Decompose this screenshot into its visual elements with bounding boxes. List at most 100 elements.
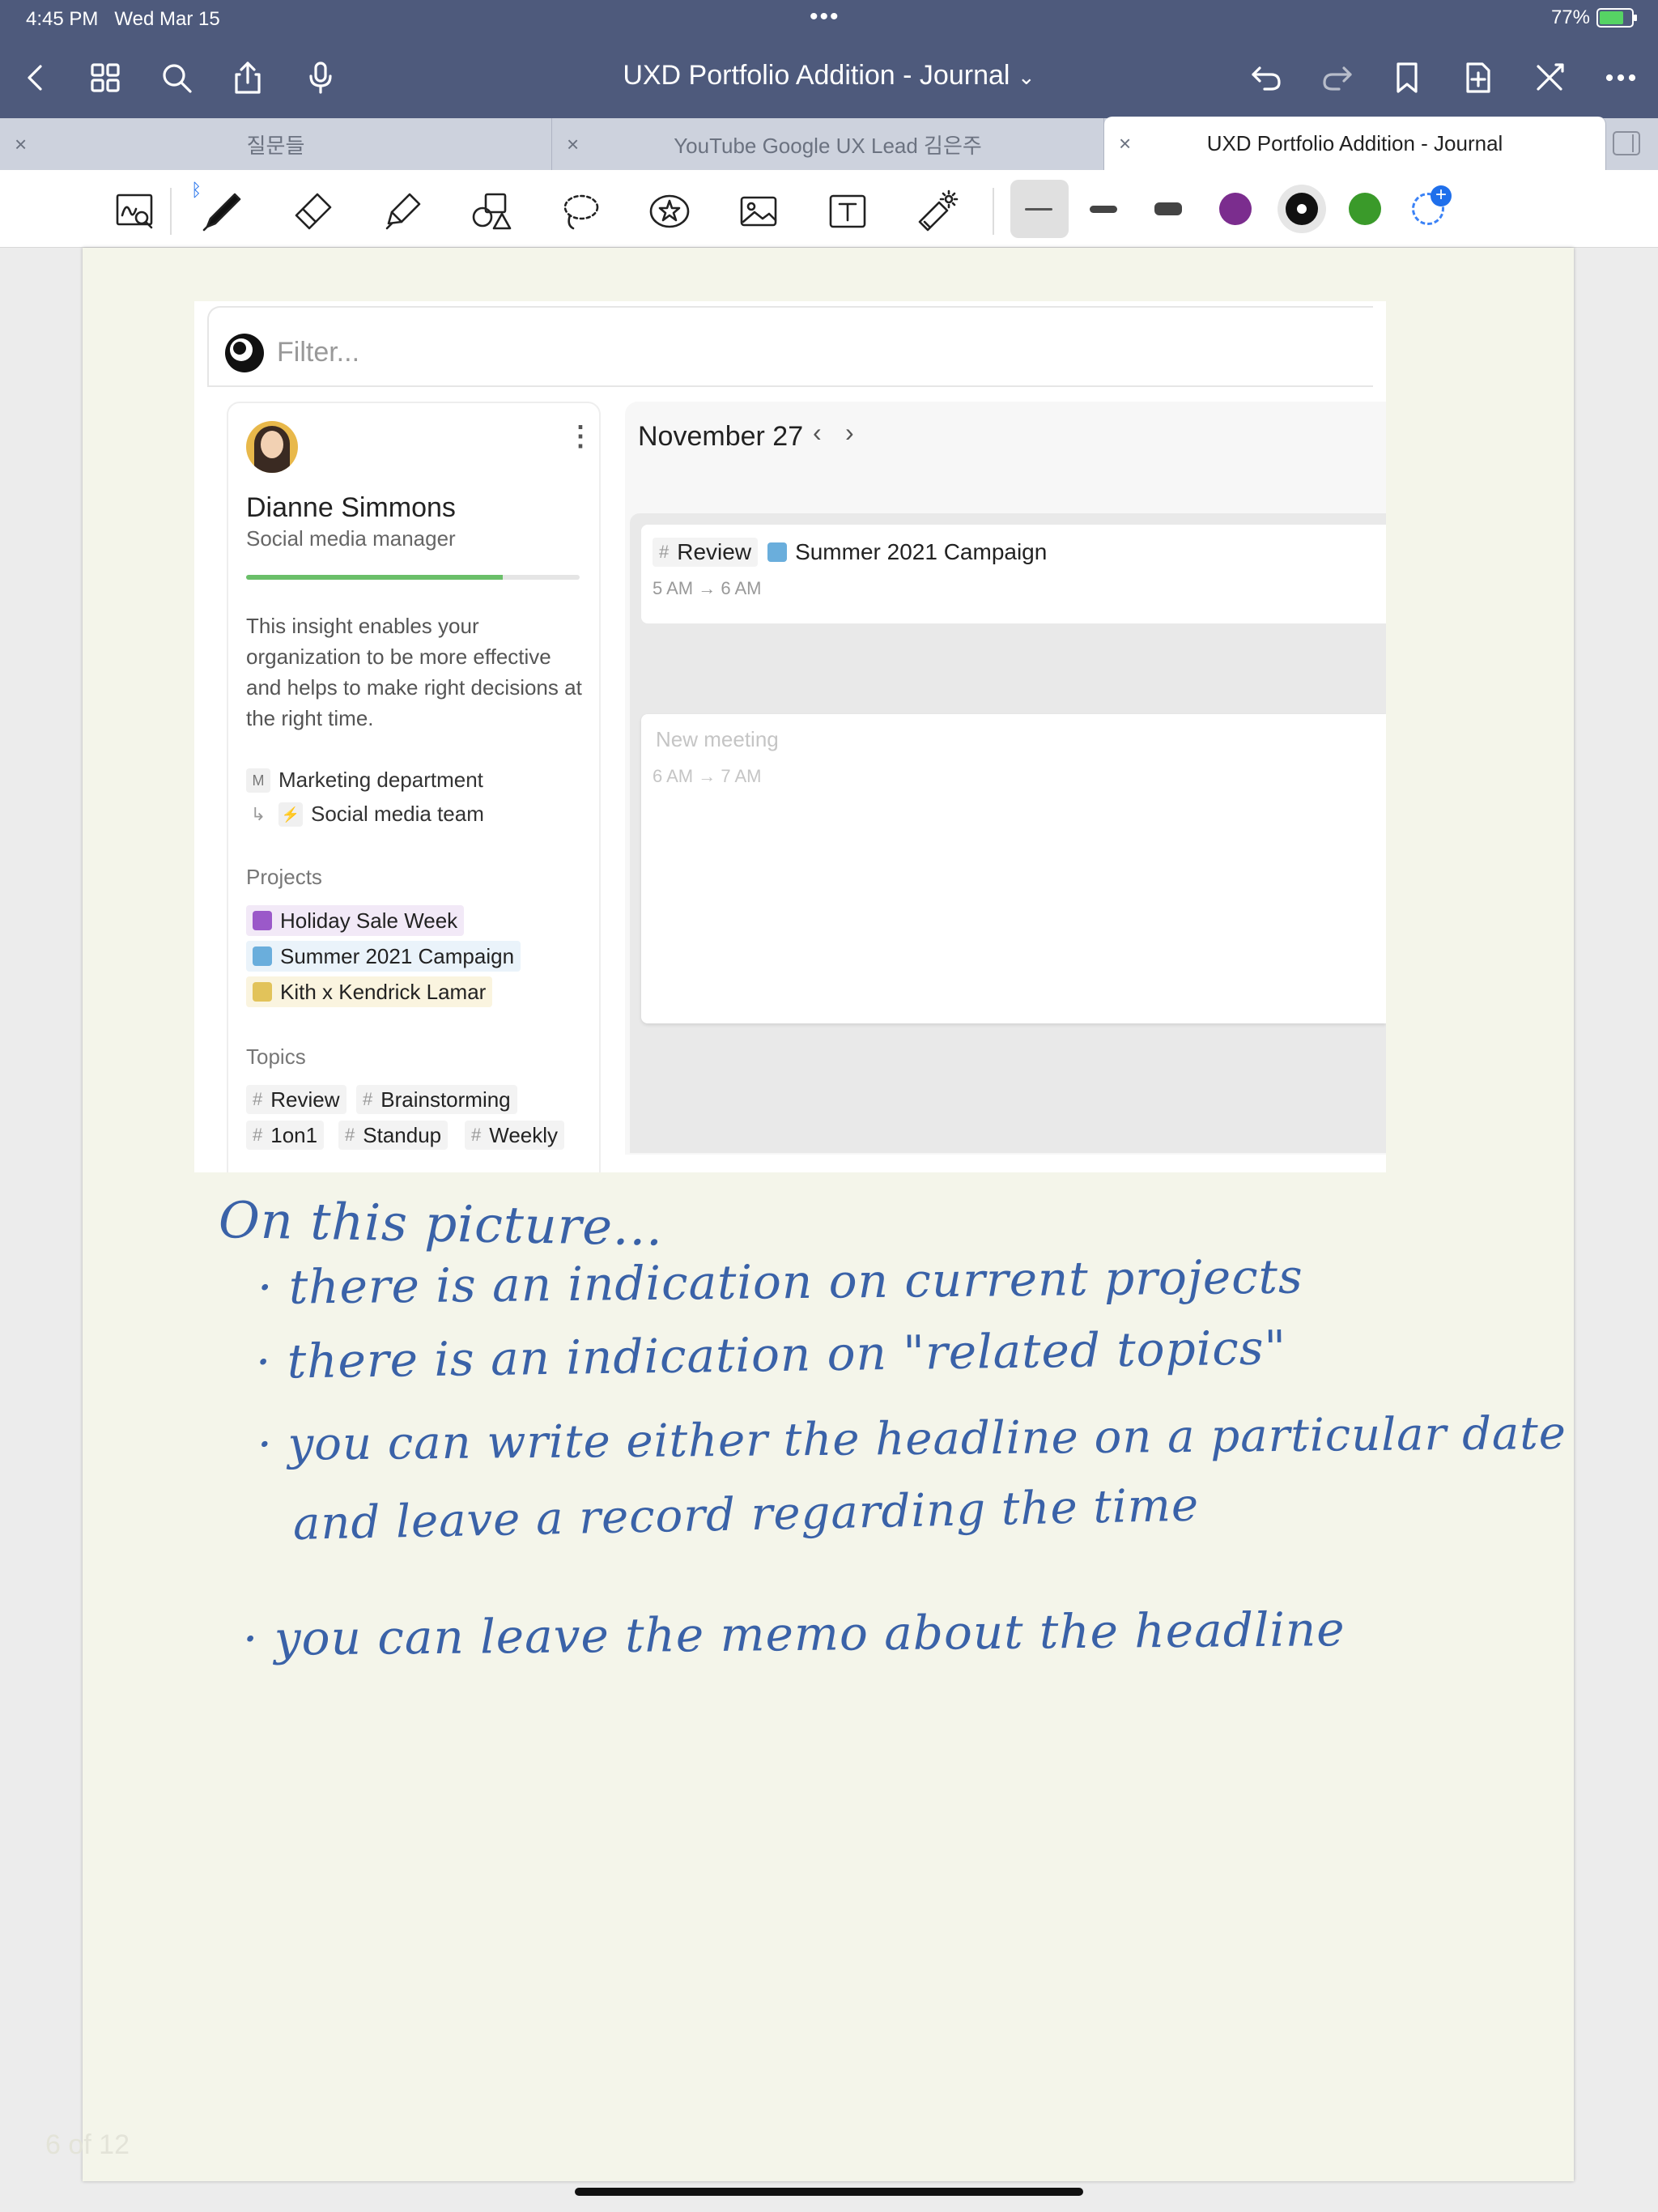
hash-icon: #: [471, 1125, 482, 1145]
project-label: Kith x Kendrick Lamar: [280, 979, 487, 1004]
avatar: [246, 421, 298, 473]
hash-icon: #: [345, 1125, 355, 1145]
topic-label: Weekly: [489, 1122, 559, 1147]
filter-input[interactable]: Filter...: [277, 337, 359, 368]
redo-icon[interactable]: [1316, 57, 1358, 99]
text-icon[interactable]: [823, 186, 873, 236]
insight-text: This insight enables your organization t…: [246, 614, 582, 730]
app-logo-icon: [225, 334, 264, 372]
color-swatch-purple[interactable]: [1219, 193, 1252, 225]
topic-tag[interactable]: # Standup: [338, 1121, 449, 1150]
chevron-down-icon[interactable]: ⌄: [1018, 65, 1035, 89]
topic-tag[interactable]: # Review: [246, 1085, 346, 1114]
topics-heading: Topics: [246, 1044, 306, 1069]
chevron-left-icon[interactable]: ‹: [813, 418, 822, 448]
topic-label: Standup: [363, 1122, 442, 1147]
topic-label: Review: [270, 1087, 340, 1112]
topic-tag[interactable]: # Weekly: [465, 1121, 565, 1150]
note-line-2: · there is an indication on current proj…: [257, 1249, 1304, 1315]
status-time: 4:45 PM Wed Mar 15: [26, 8, 220, 30]
tab-questions[interactable]: × 질문들: [0, 118, 552, 170]
team-row: ↳ ⚡ Social media team: [246, 802, 484, 827]
team-label: Social media team: [311, 802, 484, 826]
bluetooth-icon: ᛒ: [191, 180, 202, 200]
sticker-icon[interactable]: [644, 186, 695, 236]
pasted-screenshot[interactable]: Filter... ⋮ Dianne Simmons Social media …: [194, 301, 1386, 1172]
hash-icon: #: [253, 1089, 263, 1109]
topic-tag[interactable]: # Brainstorming: [356, 1085, 517, 1114]
new-meeting-time: 6 AM → 7 AM: [653, 766, 762, 786]
hash-icon: #: [659, 542, 670, 562]
thick-stroke-icon[interactable]: [1154, 202, 1182, 215]
tab-label: UXD Portfolio Addition - Journal: [1206, 130, 1503, 155]
bookmark-icon[interactable]: [1386, 57, 1428, 99]
subdirectory-arrow-icon: ↳: [250, 803, 266, 824]
department-badge: M: [246, 768, 270, 793]
event-title-row: # Review Summer 2021 Campaign: [653, 538, 1047, 567]
close-icon[interactable]: ×: [15, 132, 27, 157]
topic-label: 1on1: [270, 1122, 318, 1147]
project-chip[interactable]: Holiday Sale Week: [246, 905, 465, 936]
undo-icon[interactable]: [1245, 57, 1287, 99]
close-icon[interactable]: ×: [567, 132, 579, 157]
battery-indicator: 77%: [1551, 6, 1637, 29]
close-tools-icon[interactable]: [1528, 57, 1571, 99]
projects-heading: Projects: [246, 865, 322, 889]
laser-pointer-icon[interactable]: [912, 186, 962, 236]
topic-tag[interactable]: #1on1: [246, 1121, 325, 1150]
pen-icon[interactable]: ᛒ: [191, 180, 248, 236]
zoom-write-tool-icon[interactable]: [110, 186, 160, 236]
event-time: 5 AM → 6 AM: [653, 578, 762, 598]
lightning-icon: ⚡: [278, 802, 303, 827]
tab-label: 질문들: [246, 133, 305, 158]
home-indicator[interactable]: [575, 2188, 1083, 2196]
close-icon[interactable]: ×: [1119, 131, 1131, 156]
lasso-icon[interactable]: [555, 186, 606, 236]
page-count: 6 of 12: [45, 2129, 130, 2160]
color-swatch-black[interactable]: [1286, 193, 1318, 225]
multitasking-dots[interactable]: •••: [810, 3, 840, 31]
project-color-swatch: [253, 982, 272, 1002]
checkmark-icon: [1297, 204, 1307, 214]
shapes-icon[interactable]: [466, 186, 517, 236]
topic-label: Brainstorming: [380, 1087, 511, 1112]
add-color-icon[interactable]: +: [1412, 185, 1452, 225]
project-color-swatch: [253, 911, 272, 930]
tab-youtube-google-ux-lead[interactable]: × YouTube Google UX Lead 김은주: [552, 118, 1104, 170]
kebab-menu-icon[interactable]: ⋮: [567, 423, 594, 450]
profile-progress-bar: [246, 575, 580, 580]
color-swatch-green[interactable]: [1349, 193, 1381, 225]
more-icon[interactable]: [1600, 57, 1642, 99]
project-color-swatch: [253, 946, 272, 966]
event-topic-tag: # Review: [653, 538, 759, 567]
split-view-icon[interactable]: [1613, 131, 1640, 155]
project-label: Summer 2021 Campaign: [280, 943, 515, 968]
image-icon[interactable]: [733, 186, 784, 236]
tab-label: YouTube Google UX Lead 김은주: [674, 133, 982, 158]
note-line-6: · you can leave the memo about the headl…: [242, 1602, 1346, 1666]
new-meeting-title[interactable]: New meeting: [656, 727, 779, 752]
project-chip[interactable]: Summer 2021 Campaign: [246, 941, 521, 972]
filter-bar: [207, 306, 1373, 387]
profile-name: Dianne Simmons: [246, 492, 456, 523]
eraser-icon[interactable]: [288, 186, 338, 236]
profile-role: Social media manager: [246, 526, 456, 551]
battery-icon: [1596, 8, 1637, 28]
project-chip[interactable]: Kith x Kendrick Lamar: [246, 976, 493, 1007]
project-label: Holiday Sale Week: [280, 908, 458, 933]
event-card-new-meeting[interactable]: [641, 714, 1386, 1023]
tab-uxd-portfolio-journal[interactable]: × UXD Portfolio Addition - Journal: [1104, 117, 1606, 170]
thin-stroke-icon: [1025, 208, 1052, 211]
department-label: Marketing department: [278, 768, 483, 792]
add-page-icon[interactable]: [1457, 57, 1499, 99]
department-row: M Marketing department: [246, 768, 483, 793]
chevron-right-icon[interactable]: ›: [845, 418, 854, 448]
hash-icon: #: [253, 1125, 263, 1145]
highlighter-icon[interactable]: [377, 186, 427, 236]
tab-bar: × 질문들 × YouTube Google UX Lead 김은주 × UXD…: [0, 117, 1658, 170]
medium-stroke-icon[interactable]: [1090, 206, 1117, 213]
drawing-toolbar: ᛒ: [0, 170, 1658, 248]
top-bar: 4:45 PM Wed Mar 15 ••• 77% UXD Portfolio…: [0, 0, 1658, 118]
note-line-1: On this picture...: [218, 1190, 664, 1257]
calendar-date: November 27: [638, 421, 804, 452]
